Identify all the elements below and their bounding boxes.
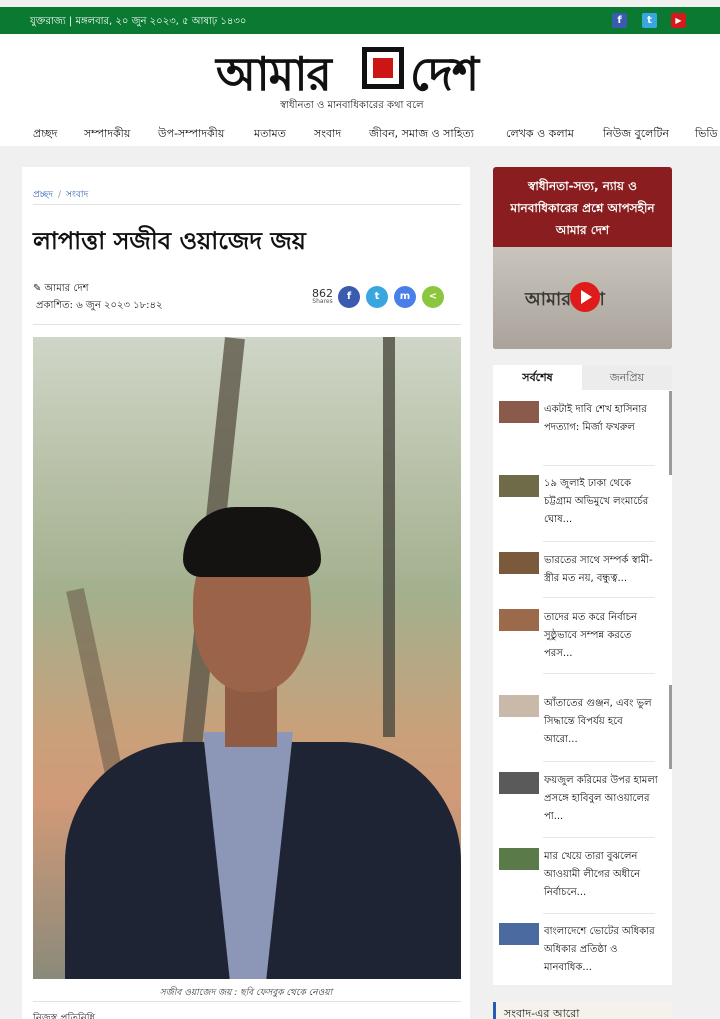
list-item-title[interactable]: ভারতের সাথে সম্পর্ক স্বামী-স্ত্রীর মত নয… [544,552,659,588]
list-item-title[interactable]: ফয়জুল করিমের উপর হামলা প্রসঙ্গে হাবিবুল… [544,772,659,826]
nav-item-news[interactable]: সংবাদ [314,125,341,144]
youtube-icon[interactable]: ▶ [671,13,686,28]
list-item-thumbnail [499,923,539,945]
scrollbar[interactable] [669,685,672,769]
list-item-title[interactable]: একটাই দাবি শেখ হাসিনার পদত্যাগ: মির্জা ফ… [544,401,659,437]
list-item-title[interactable]: তাদের মত করে নির্বাচন সুষ্ঠুভাবে সম্পন্ন… [544,609,659,663]
divider [543,913,655,914]
breadcrumb-news[interactable]: সংবাদ [66,190,88,200]
nav-item-opinion[interactable]: মতামত [254,125,286,144]
photo-caption: সজীব ওয়াজেদ জয় : ছবি ফেসবুক থেকে নেওয়… [159,988,333,998]
main-nav: প্রচ্ছদ সম্পাদকীয় উপ-সম্পাদকীয় মতামত স… [0,122,720,146]
tagline: স্বাধীনতা ও মানবাধিকারের কথা বলে [280,100,424,111]
article-title: লাপাত্তা সজীব ওয়াজেদ জয় [33,227,306,255]
divider [543,837,655,838]
share-facebook-icon[interactable]: f [338,286,360,308]
more-news-title: সংবাদ-এর আরো [504,1007,580,1019]
list-item-thumbnail [499,609,539,631]
nav-item-writers[interactable]: লেখক ও কলাম [506,125,574,144]
list-item[interactable]: তাদের মত করে নির্বাচন সুষ্ঠুভাবে সম্পন্ন… [499,609,659,671]
facebook-icon[interactable]: f [612,13,627,28]
divider [543,673,655,674]
article-photo [33,337,461,979]
top-bar: যুক্তরাজ্য | মঙ্গলবার, ২০ জুন ২০২৩, ৫ আষ… [0,7,720,34]
list-item[interactable]: একটাই দাবি শেখ হাসিনার পদত্যাগ: মির্জা ফ… [499,401,659,463]
share-twitter-icon[interactable]: t [366,286,388,308]
nav-item-video[interactable]: ভিডি [695,125,718,144]
twitter-icon[interactable]: t [642,13,657,28]
play-icon[interactable] [570,282,600,312]
divider [543,597,655,598]
list-item[interactable]: ১৯ জুলাই ঢাকা থেকে চট্টগ্রাম অভিমুখে লংম… [499,475,659,537]
nav-item-sub-editorial[interactable]: উপ-সম্পাদকীয় [158,125,224,144]
article-author[interactable]: ✎ আমার দেশ [33,281,89,298]
list-item[interactable]: মার খেয়ে তারা বুঝলেন আওয়ামী লীগের অধীন… [499,848,659,910]
divider [543,465,655,466]
tab-latest[interactable]: সর্বশেষ [493,365,582,390]
breadcrumb-home[interactable]: প্রচ্ছদ [33,190,53,200]
more-news-header: সংবাদ-এর আরো [493,1002,672,1019]
share-messenger-icon[interactable]: m [394,286,416,308]
logo-mark-icon[interactable] [362,47,404,89]
list-item-thumbnail [499,772,539,794]
video-thumbnail[interactable]: আমার দেশ [493,247,672,349]
divider [33,324,461,325]
news-tabs: সর্বশেষ জনপ্রিয় একটাই দাবি শেখ হাসিনার … [493,365,672,985]
article-card: প্রচ্ছদ / সংবাদ লাপাত্তা সজীব ওয়াজেদ জয় … [22,167,470,1019]
nav-item-home[interactable]: প্রচ্ছদ [33,125,57,144]
promo-video[interactable]: স্বাধীনতা-সত্য, ন্যায় ও মানবাধিকারের প্… [493,167,672,349]
list-item[interactable]: ভারতের সাথে সম্পর্ক স্বামী-স্ত্রীর মত নয… [499,552,659,592]
share-count-label: Shares [312,298,333,305]
breadcrumb: প্রচ্ছদ / সংবাদ [33,187,88,202]
list-item-thumbnail [499,848,539,870]
list-item-title[interactable]: মার খেয়ে তারা বুঝলেন আওয়ামী লীগের অধীন… [544,848,659,902]
article-body-start: নিজস্ব প্রতিনিধি [33,1013,96,1019]
list-item[interactable]: ফয়জুল করিমের উপর হামলা প্রসঙ্গে হাবিবুল… [499,772,659,834]
list-item[interactable]: বাংলাদেশে ভোটের অধিকার অধিকার প্রতিষ্ঠা … [499,923,659,985]
list-item[interactable]: আঁতাতের গুঞ্জন, এবং ভুল সিদ্ধান্তে বিপর্… [499,695,659,757]
list-item-thumbnail [499,475,539,497]
list-item-title[interactable]: ১৯ জুলাই ঢাকা থেকে চট্টগ্রাম অভিমুখে লংম… [544,475,659,529]
current-date: যুক্তরাজ্য | মঙ্গলবার, ২০ জুন ২০২৩, ৫ আষ… [30,16,247,27]
list-item-thumbnail [499,401,539,423]
nav-item-life-society[interactable]: জীবন, সমাজ ও সাহিত্য [369,125,474,144]
divider [543,541,655,542]
list-item-thumbnail [499,552,539,574]
published-date: প্রকাশিত: ৬ জুন ২০২৩ ১৮:৪২ [36,300,163,311]
nav-item-news-bulletin[interactable]: নিউজ বুলেটিন [603,125,669,144]
scrollbar[interactable] [669,391,672,475]
divider [543,761,655,762]
share-more-icon[interactable]: < [422,286,444,308]
divider [33,204,461,205]
list-item-title[interactable]: আঁতাতের গুঞ্জন, এবং ভুল সিদ্ধান্তে বিপর্… [544,695,659,749]
tab-popular[interactable]: জনপ্রিয় [582,365,672,390]
list-item-thumbnail [499,695,539,717]
nav-item-editorial[interactable]: সম্পাদকীয় [84,125,130,144]
share-count: 862 Shares [312,288,333,305]
promo-video-text: স্বাধীনতা-সত্য, ন্যায় ও মানবাধিকারের প্… [510,179,655,237]
list-item-title[interactable]: বাংলাদেশে ভোটের অধিকার অধিকার প্রতিষ্ঠা … [544,923,659,977]
site-header: আমার দেশ স্বাধীনতা ও মানবাধিকারের কথা বল… [0,34,720,146]
breadcrumb-separator: / [57,190,62,200]
divider [33,1001,461,1002]
